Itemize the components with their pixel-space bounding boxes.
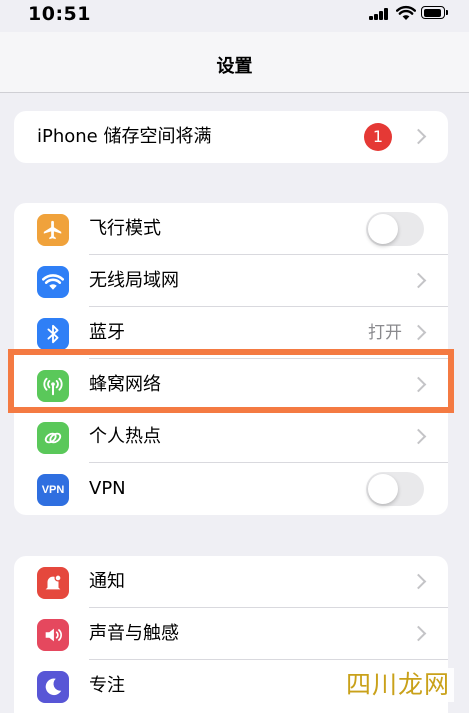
vpn-toggle[interactable] bbox=[366, 472, 424, 506]
airplane-mode-row: 飞行模式 bbox=[14, 203, 448, 255]
personal-hotspot-label: 个人热点 bbox=[89, 426, 161, 447]
notification-bell-icon bbox=[37, 567, 69, 599]
speaker-icon bbox=[37, 619, 69, 651]
battery-level bbox=[423, 8, 441, 17]
vpn-label: VPN bbox=[89, 478, 126, 499]
chevron-right-icon bbox=[410, 428, 427, 445]
vpn-icon-text: VPN bbox=[41, 484, 65, 496]
airplane-mode-label: 飞行模式 bbox=[89, 218, 161, 239]
sounds-haptics-label: 声音与触感 bbox=[89, 623, 179, 644]
wifi-label: 无线局域网 bbox=[89, 270, 179, 291]
airplane-icon bbox=[37, 214, 69, 246]
notifications-row[interactable]: 通知 bbox=[14, 556, 448, 608]
wifi-status-icon bbox=[396, 5, 416, 20]
toggle-knob bbox=[368, 474, 398, 504]
watermark: 四川龙网 bbox=[342, 668, 455, 702]
moon-icon bbox=[37, 671, 69, 703]
storage-warning-row[interactable]: iPhone 储存空间将满 1 bbox=[14, 111, 448, 163]
focus-label: 专注 bbox=[89, 675, 125, 696]
storage-group: iPhone 储存空间将满 1 bbox=[14, 111, 448, 163]
storage-warning-label: iPhone 储存空间将满 bbox=[37, 126, 212, 147]
page-title: 设置 bbox=[216, 56, 253, 77]
vpn-icon: VPN bbox=[37, 474, 69, 506]
hotspot-link-icon bbox=[37, 422, 69, 454]
status-bar: 10:51 bbox=[0, 0, 469, 32]
toggle-knob bbox=[368, 214, 398, 244]
chevron-right-icon bbox=[410, 272, 427, 289]
battery-icon bbox=[421, 6, 448, 19]
chevron-right-icon bbox=[410, 573, 427, 590]
notification-badge: 1 bbox=[364, 123, 392, 151]
bluetooth-icon bbox=[37, 318, 69, 350]
personal-hotspot-row[interactable]: 个人热点 bbox=[14, 411, 448, 463]
sounds-haptics-row[interactable]: 声音与触感 bbox=[14, 608, 448, 660]
wifi-row[interactable]: 无线局域网 bbox=[14, 255, 448, 307]
airplane-mode-toggle[interactable] bbox=[366, 212, 424, 246]
navigation-bar: 设置 bbox=[0, 32, 469, 93]
highlight-box bbox=[8, 349, 454, 413]
wifi-icon bbox=[37, 266, 69, 298]
status-time: 10:51 bbox=[28, 3, 91, 25]
cellular-signal-icon bbox=[369, 8, 389, 20]
notifications-label: 通知 bbox=[89, 571, 125, 592]
chevron-right-icon bbox=[410, 324, 427, 341]
chevron-right-icon bbox=[410, 128, 427, 145]
vpn-row: VPN VPN bbox=[14, 463, 448, 515]
chevron-right-icon bbox=[410, 625, 427, 642]
